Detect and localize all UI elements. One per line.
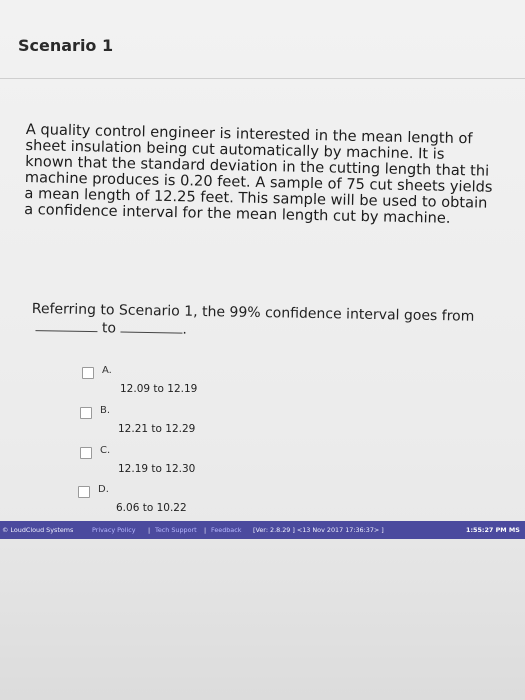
option-c[interactable]: C. 12.19 to 12.30: [80, 445, 380, 485]
footer-clock: 1:55:27 PM MS: [466, 526, 520, 534]
option-b-value: 12.21 to 12.29: [118, 423, 196, 435]
option-d[interactable]: D. 6.06 to 10.22: [78, 484, 378, 524]
scenario-text: A quality control engineer is interested…: [24, 122, 521, 228]
divider: [0, 78, 525, 79]
question-end-punct: .: [182, 321, 188, 338]
option-a[interactable]: A. 12.09 to 12.19: [82, 365, 382, 405]
option-b-letter: B.: [100, 405, 111, 416]
page-bottom-area: [0, 539, 525, 700]
footer-separator: |: [148, 526, 151, 534]
question-to-word: to: [101, 320, 117, 337]
page: Scenario 1 A quality control engineer is…: [0, 0, 525, 700]
scenario-title: Scenario 1: [18, 36, 114, 55]
option-c-letter: C.: [100, 445, 111, 456]
option-b[interactable]: B. 12.21 to 12.29: [80, 405, 380, 445]
option-b-checkbox[interactable]: [80, 407, 92, 419]
footer-separator: |: [204, 526, 207, 534]
answer-blank: [35, 318, 98, 333]
option-d-checkbox[interactable]: [78, 486, 90, 498]
privacy-policy-link[interactable]: Privacy Policy: [92, 526, 136, 534]
answer-blank: [120, 319, 183, 334]
option-a-letter: A.: [102, 365, 112, 376]
option-d-value: 6.06 to 10.22: [116, 502, 187, 514]
option-a-value: 12.09 to 12.19: [120, 383, 198, 395]
option-d-letter: D.: [98, 484, 109, 495]
footer-bar: © LoudCloud Systems Privacy Policy | Tec…: [0, 521, 525, 539]
option-c-checkbox[interactable]: [80, 447, 92, 459]
footer-brand: © LoudCloud Systems: [2, 526, 74, 534]
feedback-link[interactable]: Feedback: [211, 526, 241, 534]
question-text: Referring to Scenario 1, the 99% confide…: [31, 300, 522, 345]
footer-version: [Ver: 2.8.29 ] <13 Nov 2017 17:36:37> ]: [253, 526, 384, 534]
tech-support-link[interactable]: Tech Support: [155, 526, 197, 534]
option-a-checkbox[interactable]: [82, 367, 94, 379]
option-c-value: 12.19 to 12.30: [118, 463, 196, 475]
